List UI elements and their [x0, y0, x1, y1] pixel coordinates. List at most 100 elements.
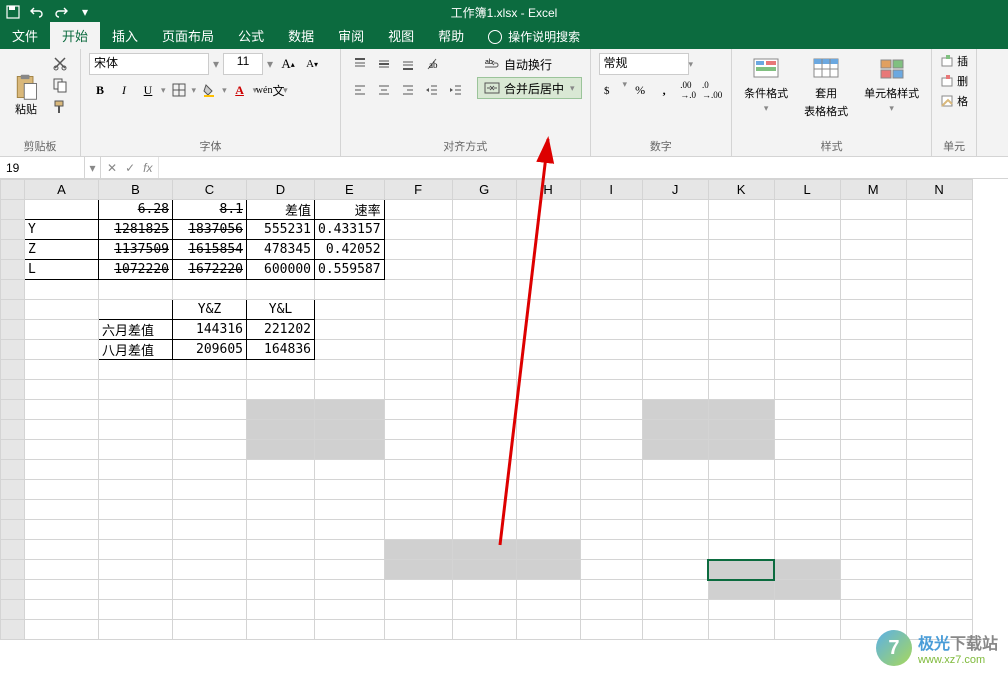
underline-button[interactable]: U: [137, 79, 159, 101]
confirm-formula-icon[interactable]: ✓: [125, 161, 135, 175]
cell-D17[interactable]: [247, 520, 315, 540]
cell-C1[interactable]: 8.1: [173, 200, 247, 220]
cell-H14[interactable]: [516, 460, 580, 480]
cell-D9[interactable]: [247, 360, 315, 380]
cell-K13[interactable]: [708, 440, 774, 460]
cell-M7[interactable]: [840, 320, 906, 340]
cell-H22[interactable]: [516, 620, 580, 640]
cell-L9[interactable]: [774, 360, 840, 380]
col-header-D[interactable]: D: [247, 180, 315, 200]
format-label[interactable]: 格: [957, 93, 968, 109]
accounting-format-icon[interactable]: $: [599, 79, 621, 101]
cell-C12[interactable]: [173, 420, 247, 440]
cell-B16[interactable]: [99, 500, 173, 520]
cell-E6[interactable]: [315, 300, 385, 320]
cell-N17[interactable]: [906, 520, 972, 540]
fill-color-icon[interactable]: [198, 79, 220, 101]
cell-G12[interactable]: [452, 420, 516, 440]
cell-B12[interactable]: [99, 420, 173, 440]
undo-icon[interactable]: [28, 3, 46, 21]
tab-file[interactable]: 文件: [0, 22, 50, 49]
cell-C8[interactable]: 209605: [173, 340, 247, 360]
cell-D2[interactable]: 555231: [247, 220, 315, 240]
cell-G15[interactable]: [452, 480, 516, 500]
cell-E9[interactable]: [315, 360, 385, 380]
cell-I16[interactable]: [580, 500, 642, 520]
cell-H3[interactable]: [516, 240, 580, 260]
cell-C3[interactable]: 1615854: [173, 240, 247, 260]
qat-customize-icon[interactable]: ▾: [76, 3, 94, 21]
cell-F13[interactable]: [384, 440, 452, 460]
orientation-icon[interactable]: ab: [421, 53, 451, 75]
cell-B18[interactable]: [99, 540, 173, 560]
increase-indent-icon[interactable]: [445, 79, 467, 101]
row-header-19[interactable]: [1, 560, 25, 580]
cell-C7[interactable]: 144316: [173, 320, 247, 340]
cell-I1[interactable]: [580, 200, 642, 220]
col-header-I[interactable]: I: [580, 180, 642, 200]
cell-J19[interactable]: [642, 560, 708, 580]
cell-K3[interactable]: [708, 240, 774, 260]
cell-G2[interactable]: [452, 220, 516, 240]
cell-A5[interactable]: [25, 280, 99, 300]
align-left-icon[interactable]: [349, 79, 371, 101]
cell-L3[interactable]: [774, 240, 840, 260]
cell-L4[interactable]: [774, 260, 840, 280]
row-header-15[interactable]: [1, 480, 25, 500]
row-header-14[interactable]: [1, 460, 25, 480]
cell-N5[interactable]: [906, 280, 972, 300]
col-header-L[interactable]: L: [774, 180, 840, 200]
cell-A2[interactable]: Y: [25, 220, 99, 240]
cell-D3[interactable]: 478345: [247, 240, 315, 260]
cell-J20[interactable]: [642, 580, 708, 600]
cell-M13[interactable]: [840, 440, 906, 460]
cell-N12[interactable]: [906, 420, 972, 440]
cell-I17[interactable]: [580, 520, 642, 540]
align-top-icon[interactable]: [349, 53, 371, 75]
cell-F3[interactable]: [384, 240, 452, 260]
cell-K17[interactable]: [708, 520, 774, 540]
cell-L12[interactable]: [774, 420, 840, 440]
cell-F20[interactable]: [384, 580, 452, 600]
cell-M17[interactable]: [840, 520, 906, 540]
cell-H20[interactable]: [516, 580, 580, 600]
cell-K14[interactable]: [708, 460, 774, 480]
cell-D4[interactable]: 600000: [247, 260, 315, 280]
cell-H8[interactable]: [516, 340, 580, 360]
cell-N15[interactable]: [906, 480, 972, 500]
cell-L19[interactable]: [774, 560, 840, 580]
cell-K22[interactable]: [708, 620, 774, 640]
italic-button[interactable]: I: [113, 79, 135, 101]
cell-H11[interactable]: [516, 400, 580, 420]
cell-K19[interactable]: [708, 560, 774, 580]
name-box-dropdown-icon[interactable]: ▾: [85, 157, 101, 178]
increase-decimal-icon[interactable]: .00→.0: [677, 79, 699, 101]
cell-I15[interactable]: [580, 480, 642, 500]
decrease-decimal-icon[interactable]: .0→.00: [701, 79, 723, 101]
cell-K6[interactable]: [708, 300, 774, 320]
col-header-E[interactable]: E: [315, 180, 385, 200]
row-header-21[interactable]: [1, 600, 25, 620]
cell-A15[interactable]: [25, 480, 99, 500]
cell-N19[interactable]: [906, 560, 972, 580]
cell-F8[interactable]: [384, 340, 452, 360]
cell-N4[interactable]: [906, 260, 972, 280]
cell-J17[interactable]: [642, 520, 708, 540]
cell-I18[interactable]: [580, 540, 642, 560]
col-header-C[interactable]: C: [173, 180, 247, 200]
cell-B15[interactable]: [99, 480, 173, 500]
cell-L18[interactable]: [774, 540, 840, 560]
cell-J6[interactable]: [642, 300, 708, 320]
cell-H6[interactable]: [516, 300, 580, 320]
cell-I12[interactable]: [580, 420, 642, 440]
cell-J1[interactable]: [642, 200, 708, 220]
col-header-B[interactable]: B: [99, 180, 173, 200]
cell-E13[interactable]: [315, 440, 385, 460]
cell-B20[interactable]: [99, 580, 173, 600]
row-header-4[interactable]: [1, 260, 25, 280]
cell-E7[interactable]: [315, 320, 385, 340]
cell-D12[interactable]: [247, 420, 315, 440]
cut-icon[interactable]: [48, 53, 72, 73]
cell-K2[interactable]: [708, 220, 774, 240]
cell-L10[interactable]: [774, 380, 840, 400]
